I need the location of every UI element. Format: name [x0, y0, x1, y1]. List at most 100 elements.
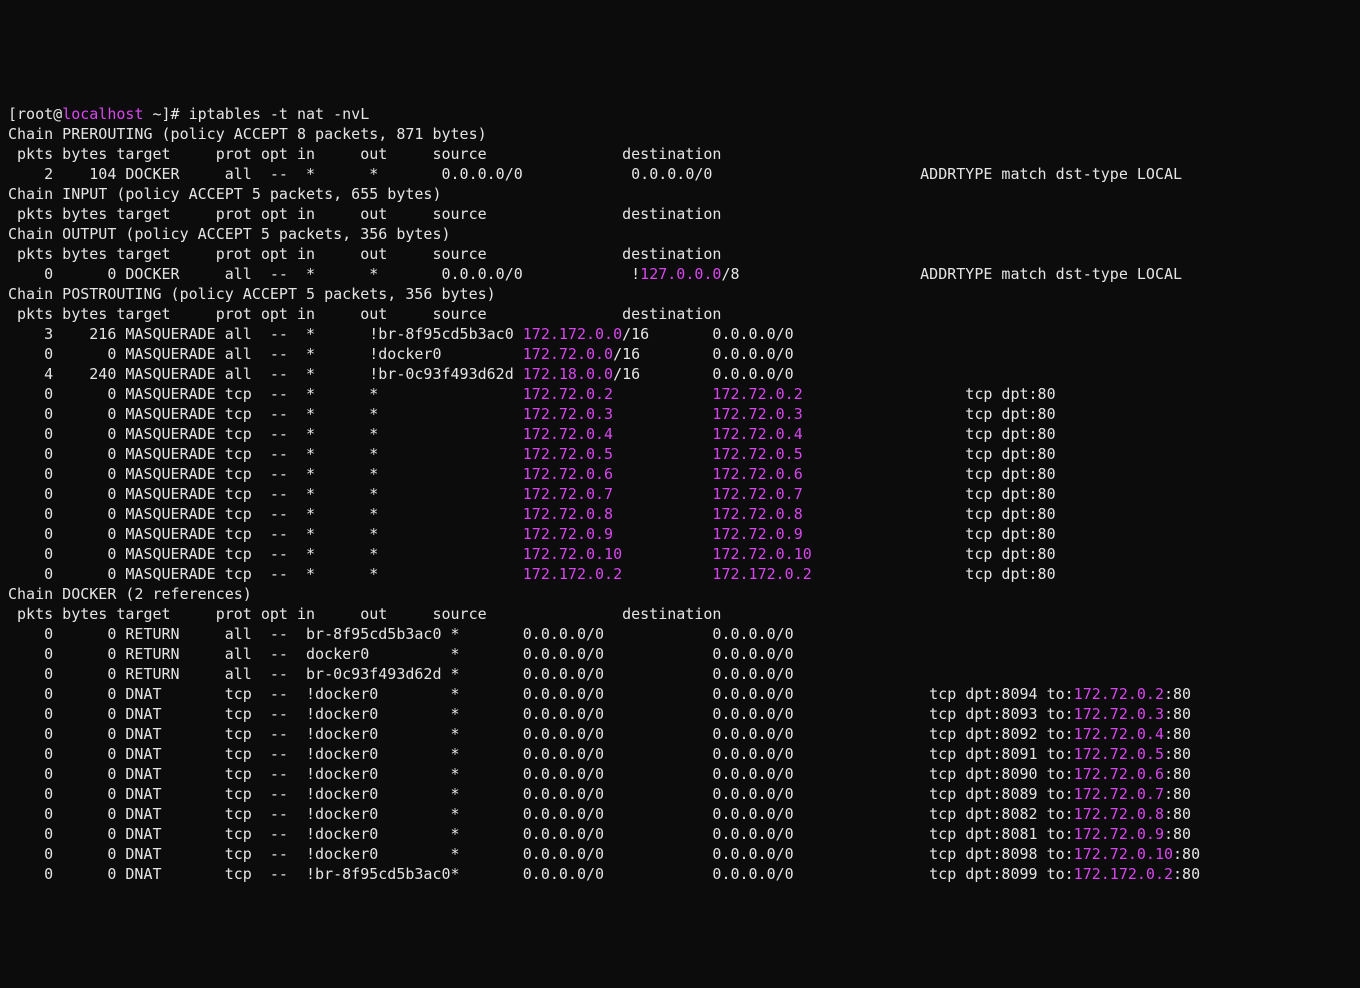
- pad: [794, 725, 929, 743]
- extra-ip: 172.72.0.7: [1074, 785, 1164, 803]
- src: 0.0.0.0/0: [523, 865, 604, 883]
- row-left: 0 0 MASQUERADE tcp -- * *: [8, 465, 523, 483]
- extra-post: :80: [1164, 785, 1191, 803]
- pad: [523, 265, 631, 283]
- extra-ip: 172.72.0.8: [1074, 805, 1164, 823]
- src-ip: 172.72.0.2: [523, 385, 613, 403]
- dst-ip: 172.72.0.7: [712, 485, 802, 503]
- extra: tcp dpt:80: [965, 545, 1055, 563]
- extra-post: :80: [1164, 825, 1191, 843]
- prompt-tail: ~]#: [143, 105, 188, 123]
- extra-pre: tcp dpt:8094 to:: [929, 685, 1074, 703]
- dst: 0.0.0.0/0: [712, 805, 793, 823]
- table-row: 0 0 DNAT tcp -- !docker0 * 0.0.0.0/0 0.0…: [8, 724, 1352, 744]
- chain-header: Chain PREROUTING (policy ACCEPT 8 packet…: [8, 124, 1352, 144]
- extra-ip: 172.72.0.2: [1074, 685, 1164, 703]
- pad: [604, 685, 712, 703]
- pad: [613, 445, 712, 463]
- row-left: 0 0 DNAT tcp -- !docker0 *: [8, 745, 523, 763]
- pad: [523, 165, 631, 183]
- src-ip: 172.18.0.0: [523, 365, 613, 383]
- pad: [604, 865, 712, 883]
- columns-header: pkts bytes target prot opt in out source…: [8, 604, 1352, 624]
- dst: 0.0.0.0/0: [712, 325, 793, 343]
- dst: 0.0.0.0/0: [712, 725, 793, 743]
- columns: pkts bytes target prot opt in out source…: [8, 245, 721, 263]
- dst-pre: !: [631, 265, 640, 283]
- table-row: 0 0 MASQUERADE tcp -- * * 172.72.0.2 172…: [8, 384, 1352, 404]
- dst-ip: 172.72.0.10: [712, 545, 811, 563]
- row-left: 0 0 RETURN all -- br-8f95cd5b3ac0 *: [8, 625, 523, 643]
- extra-post: :80: [1164, 745, 1191, 763]
- pad: [604, 805, 712, 823]
- dst-ip: 172.72.0.8: [712, 505, 802, 523]
- src: 0.0.0.0/0: [523, 805, 604, 823]
- table-row: 0 0 DNAT tcp -- !docker0 * 0.0.0.0/0 0.0…: [8, 784, 1352, 804]
- columns: pkts bytes target prot opt in out source…: [8, 145, 721, 163]
- row-left: 0 0 MASQUERADE tcp -- * *: [8, 505, 523, 523]
- chain-header: Chain POSTROUTING (policy ACCEPT 5 packe…: [8, 284, 1352, 304]
- src: 0.0.0.0/0: [523, 645, 604, 663]
- table-row: 0 0 DOCKER all -- * * 0.0.0.0/0 !127.0.0…: [8, 264, 1352, 284]
- extra: tcp dpt:80: [965, 505, 1055, 523]
- extra-ip: 172.72.0.3: [1074, 705, 1164, 723]
- extra-pre: tcp dpt:8090 to:: [929, 765, 1074, 783]
- dst-ip: 172.72.0.9: [712, 525, 802, 543]
- user: root: [17, 105, 53, 123]
- row-left: 0 0 MASQUERADE all -- * !docker0: [8, 345, 523, 363]
- pad: [613, 465, 712, 483]
- extra: ADDRTYPE match dst-type LOCAL: [920, 165, 1182, 183]
- pad: [604, 725, 712, 743]
- pad: [740, 265, 921, 283]
- row-left: 0 0 RETURN all -- br-0c93f493d62d *: [8, 665, 523, 683]
- table-row: 0 0 DNAT tcp -- !docker0 * 0.0.0.0/0 0.0…: [8, 744, 1352, 764]
- dst: 0.0.0.0/0: [712, 685, 793, 703]
- extra-pre: tcp dpt:8082 to:: [929, 805, 1074, 823]
- src-mask: /16: [622, 325, 649, 343]
- src-ip: 172.72.0.10: [523, 545, 622, 563]
- src-ip: 172.72.0.4: [523, 425, 613, 443]
- table-row: 0 0 MASQUERADE all -- * !docker0 172.72.…: [8, 344, 1352, 364]
- table-row: 4 240 MASQUERADE all -- * !br-0c93f493d6…: [8, 364, 1352, 384]
- src: 0.0.0.0/0: [523, 725, 604, 743]
- extra: tcp dpt:80: [965, 445, 1055, 463]
- table-row: 0 0 MASQUERADE tcp -- * * 172.172.0.2 17…: [8, 564, 1352, 584]
- table-row: 0 0 RETURN all -- docker0 * 0.0.0.0/0 0.…: [8, 644, 1352, 664]
- extra: ADDRTYPE match dst-type LOCAL: [920, 265, 1182, 283]
- extra: tcp dpt:80: [965, 565, 1055, 583]
- src-ip: 172.72.0.7: [523, 485, 613, 503]
- dst: 0.0.0.0/0: [712, 765, 793, 783]
- terminal[interactable]: [root@localhost ~]# iptables -t nat -nvL…: [0, 100, 1360, 888]
- pad: [613, 505, 712, 523]
- table-row: 0 0 MASQUERADE tcp -- * * 172.72.0.10 17…: [8, 544, 1352, 564]
- host: localhost: [62, 105, 143, 123]
- dst: 0.0.0.0/0: [712, 645, 793, 663]
- pad: [812, 545, 966, 563]
- extra-ip: 172.72.0.6: [1074, 765, 1164, 783]
- pad: [604, 645, 712, 663]
- extra-post: :80: [1164, 685, 1191, 703]
- extra-ip: 172.72.0.9: [1074, 825, 1164, 843]
- pad: [794, 765, 929, 783]
- src-ip: 172.172.0.2: [523, 565, 622, 583]
- row-left: 0 0 DNAT tcp -- !docker0 *: [8, 825, 523, 843]
- pad: [604, 845, 712, 863]
- pad: [613, 425, 712, 443]
- table-row: 0 0 RETURN all -- br-0c93f493d62d * 0.0.…: [8, 664, 1352, 684]
- pad: [803, 505, 966, 523]
- extra-pre: tcp dpt:8098 to:: [929, 845, 1074, 863]
- pad: [604, 825, 712, 843]
- table-row: 0 0 DNAT tcp -- !docker0 * 0.0.0.0/0 0.0…: [8, 844, 1352, 864]
- columns: pkts bytes target prot opt in out source…: [8, 205, 721, 223]
- pad: [613, 405, 712, 423]
- row-left: 0 0 MASQUERADE tcp -- * *: [8, 525, 523, 543]
- src-ip: 172.72.0.8: [523, 505, 613, 523]
- table-row: 0 0 MASQUERADE tcp -- * * 172.72.0.4 172…: [8, 424, 1352, 444]
- columns-header: pkts bytes target prot opt in out source…: [8, 244, 1352, 264]
- pad: [622, 565, 712, 583]
- pad: [604, 665, 712, 683]
- table-row: 0 0 DNAT tcp -- !docker0 * 0.0.0.0/0 0.0…: [8, 684, 1352, 704]
- extra-ip: 172.172.0.2: [1074, 865, 1173, 883]
- pad: [803, 525, 966, 543]
- pad: [712, 165, 920, 183]
